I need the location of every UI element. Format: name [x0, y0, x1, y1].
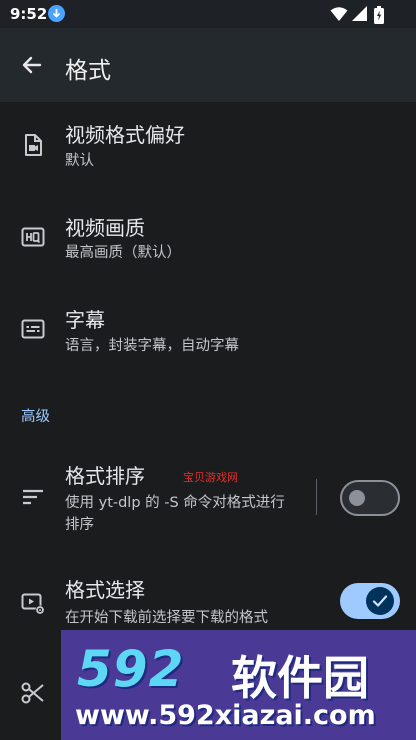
- watermark-logo-text: 软件园: [231, 651, 369, 705]
- setting-title: 字幕: [65, 308, 105, 332]
- wifi-icon: [330, 7, 348, 21]
- format-selection-switch[interactable]: [340, 583, 400, 619]
- setting-subtitle: 在开始下载前选择要下载的格式: [65, 610, 268, 626]
- watermark-logo-number: 592: [77, 640, 185, 698]
- setting-subtitle-line1: 使用 yt-dlp 的 -S 命令对格式进行: [65, 495, 285, 511]
- subtitles-icon: [21, 319, 45, 339]
- switch-thumb: [349, 490, 365, 506]
- divider: [316, 479, 317, 515]
- scissors-icon: [21, 682, 44, 704]
- signal-icon: [352, 6, 367, 21]
- download-icon: [48, 5, 65, 22]
- status-time: 9:52: [10, 5, 48, 23]
- setting-subtitle: 最高画质（默认）: [65, 245, 181, 261]
- watermark-url: www.592xiazai.com: [75, 700, 376, 731]
- setting-subtitles[interactable]: 字幕 语言，封装字幕，自动字幕: [0, 287, 416, 380]
- watermark-small-text: 宝贝游戏网: [183, 471, 238, 484]
- setting-title: 视频格式偏好: [65, 123, 185, 147]
- app-bar: 格式: [0, 28, 416, 102]
- check-icon: [372, 595, 388, 607]
- switch-thumb: [366, 587, 394, 615]
- video-settings-icon: [21, 593, 45, 615]
- setting-video-quality[interactable]: 视频画质 最高画质（默认）: [0, 195, 416, 287]
- status-bar: 9:52: [0, 0, 416, 28]
- setting-subtitle-line2: 排序: [65, 517, 94, 533]
- watermark-banner: 592 软件园 www.592xiazai.com: [61, 630, 416, 740]
- sort-icon: [23, 489, 43, 505]
- page-title: 格式: [65, 58, 111, 84]
- setting-title: 视频画质: [65, 216, 145, 240]
- battery-icon: [374, 6, 384, 24]
- setting-title: 格式排序: [65, 464, 145, 488]
- setting-subtitle: 语言，封装字幕，自动字幕: [65, 338, 239, 354]
- setting-video-format-preference[interactable]: 视频格式偏好 默认: [0, 102, 416, 195]
- section-header-advanced: 高级: [21, 409, 50, 425]
- format-sorting-switch[interactable]: [340, 480, 400, 516]
- video-file-icon: [25, 134, 42, 156]
- setting-subtitle: 默认: [65, 153, 94, 169]
- back-button[interactable]: [14, 47, 50, 83]
- setting-title: 格式选择: [65, 578, 145, 602]
- hq-icon: [21, 227, 45, 247]
- arrow-back-icon: [22, 56, 42, 74]
